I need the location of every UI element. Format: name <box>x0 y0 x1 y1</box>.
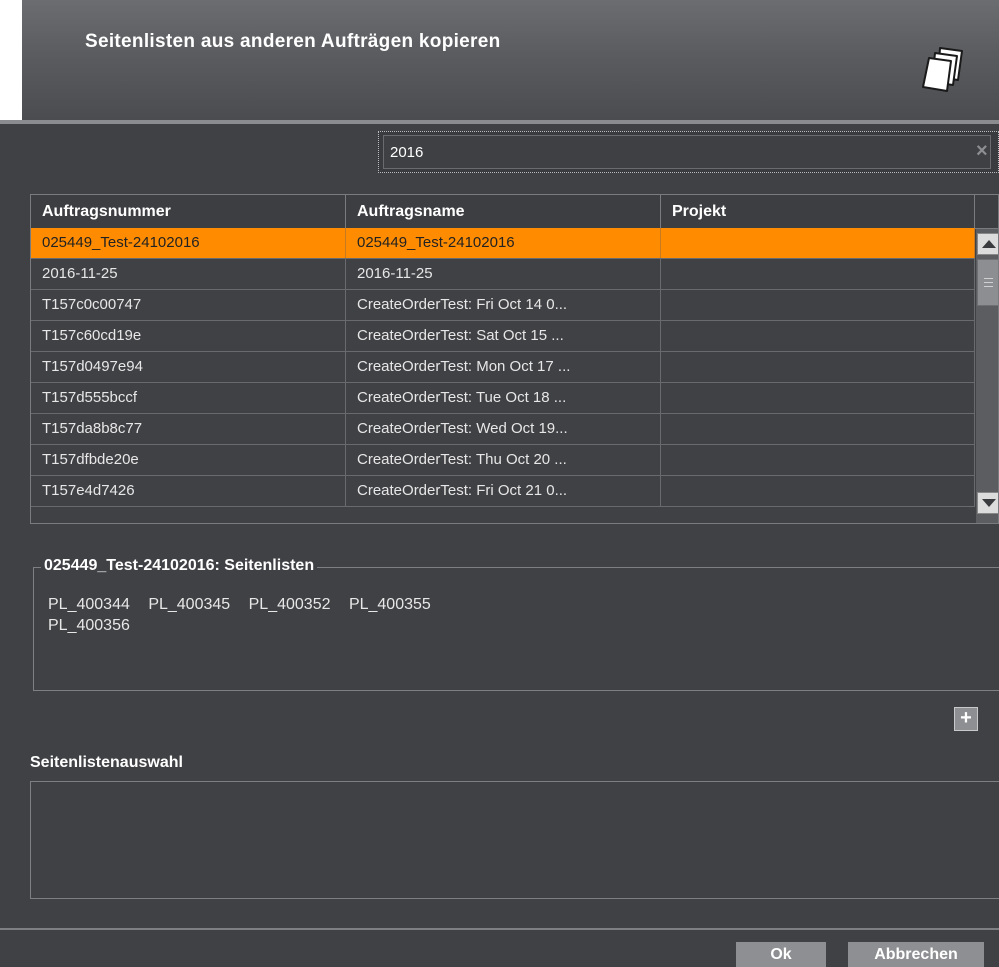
ok-button[interactable]: Ok <box>736 942 826 967</box>
cell-project <box>661 414 975 444</box>
header-divider <box>0 120 999 124</box>
table-row[interactable]: T157e4d7426 CreateOrderTest: Fri Oct 21 … <box>31 476 975 507</box>
dialog-title: Seitenlisten aus anderen Aufträgen kopie… <box>85 31 501 52</box>
table-row[interactable]: T157c0c00747 CreateOrderTest: Fri Oct 14… <box>31 290 975 321</box>
pagelist-item[interactable]: PL_400352 <box>249 594 331 615</box>
cell-order-number: 2016-11-25 <box>31 259 346 289</box>
table-row[interactable]: 2016-11-25 2016-11-25 <box>31 259 975 290</box>
table-row[interactable]: T157da8b8c77 CreateOrderTest: Wed Oct 19… <box>31 414 975 445</box>
cell-project <box>661 228 975 258</box>
search-input[interactable] <box>383 135 991 169</box>
clear-search-icon[interactable]: × <box>976 141 988 161</box>
cell-project <box>661 290 975 320</box>
dialog-header: Seitenlisten aus anderen Aufträgen kopie… <box>0 0 999 120</box>
pagelist-item[interactable]: PL_400345 <box>148 594 230 615</box>
scroll-down-button[interactable] <box>977 492 998 514</box>
copy-pagelists-dialog: Seitenlisten aus anderen Aufträgen kopie… <box>0 0 999 967</box>
column-header-order-number[interactable]: Auftragsnummer <box>31 195 346 228</box>
cell-order-number: T157c0c00747 <box>31 290 346 320</box>
table-scrollbar[interactable] <box>976 229 998 523</box>
selection-label: Seitenlistenauswahl <box>30 754 183 771</box>
scroll-up-button[interactable] <box>977 233 998 255</box>
column-header-project[interactable]: Projekt <box>661 195 975 228</box>
cell-project <box>661 445 975 475</box>
add-pagelist-button[interactable]: + <box>954 707 978 731</box>
cell-order-number: T157e4d7426 <box>31 476 346 506</box>
table-row[interactable]: T157dfbde20e CreateOrderTest: Thu Oct 20… <box>31 445 975 476</box>
arrow-up-icon <box>982 240 996 248</box>
table-row[interactable]: T157c60cd19e CreateOrderTest: Sat Oct 15… <box>31 321 975 352</box>
cell-order-name: CreateOrderTest: Mon Oct 17 ... <box>346 352 661 382</box>
grip-line <box>984 278 993 279</box>
cell-order-number: T157c60cd19e <box>31 321 346 351</box>
arrow-down-icon <box>982 499 996 507</box>
column-header-order-name[interactable]: Auftragsname <box>346 195 661 228</box>
table-body: 025449_Test-24102016 025449_Test-2410201… <box>31 228 975 507</box>
table-row[interactable]: T157d555bccf CreateOrderTest: Tue Oct 18… <box>31 383 975 414</box>
scroll-thumb[interactable] <box>977 259 998 306</box>
cell-order-name: CreateOrderTest: Tue Oct 18 ... <box>346 383 661 413</box>
table-row[interactable]: T157d0497e94 CreateOrderTest: Mon Oct 17… <box>31 352 975 383</box>
cell-order-name: 2016-11-25 <box>346 259 661 289</box>
grip-line <box>984 286 993 287</box>
pagelist-item[interactable]: PL_400356 <box>48 615 130 636</box>
cell-order-name: CreateOrderTest: Thu Oct 20 ... <box>346 445 661 475</box>
footer-divider <box>0 928 999 930</box>
pages-stack-icon <box>922 47 963 92</box>
cell-order-name: CreateOrderTest: Fri Oct 21 0... <box>346 476 661 506</box>
cell-project <box>661 383 975 413</box>
cell-order-number: 025449_Test-24102016 <box>31 228 346 258</box>
pagelist-item[interactable]: PL_400355 <box>349 594 431 615</box>
cell-project <box>661 476 975 506</box>
table-row-selected[interactable]: 025449_Test-24102016 025449_Test-2410201… <box>31 228 975 259</box>
search-field: × <box>378 131 999 173</box>
cell-order-number: T157dfbde20e <box>31 445 346 475</box>
cell-project <box>661 259 975 289</box>
pagelists-title: 025449_Test-24102016: Seitenlisten <box>41 557 318 575</box>
cell-order-name: CreateOrderTest: Sat Oct 15 ... <box>346 321 661 351</box>
cell-order-number: T157d0497e94 <box>31 352 346 382</box>
pagelists-group: 025449_Test-24102016: Seitenlisten PL_40… <box>33 557 999 691</box>
cancel-button[interactable]: Abbrechen <box>848 942 984 967</box>
cell-order-number: T157da8b8c77 <box>31 414 346 444</box>
pagelist-item[interactable]: PL_400344 <box>48 594 130 615</box>
cell-project <box>661 321 975 351</box>
column-header-corner <box>975 195 998 228</box>
selection-list[interactable] <box>30 781 999 899</box>
grip-line <box>984 282 993 283</box>
orders-table: Auftragsnummer Auftragsname Projekt 0254… <box>30 194 999 524</box>
table-header: Auftragsnummer Auftragsname Projekt <box>31 195 998 229</box>
cell-project <box>661 352 975 382</box>
cell-order-name: CreateOrderTest: Wed Oct 19... <box>346 414 661 444</box>
cell-order-name: CreateOrderTest: Fri Oct 14 0... <box>346 290 661 320</box>
cell-order-name: 025449_Test-24102016 <box>346 228 661 258</box>
pagelist-items: PL_400344 PL_400345 PL_400352 PL_400355 … <box>48 594 468 636</box>
cell-order-number: T157d555bccf <box>31 383 346 413</box>
